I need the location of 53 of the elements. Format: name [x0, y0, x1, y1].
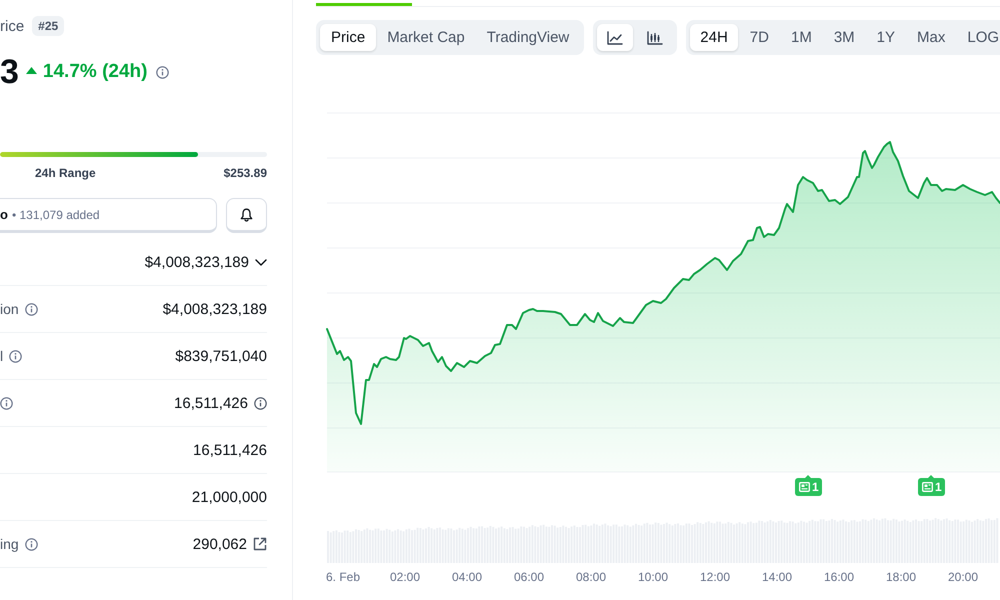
alert-button[interactable] — [226, 198, 267, 233]
stat-value: $839,751,040 — [175, 348, 267, 364]
stat-value: 290,062 — [192, 536, 247, 552]
x-axis-label: 06:00 — [514, 570, 544, 584]
x-axis-label: 04:00 — [452, 570, 482, 584]
line-chart-icon — [607, 30, 624, 44]
newspaper-icon — [922, 482, 933, 492]
info-icon[interactable] — [24, 302, 38, 316]
newspaper-icon — [799, 482, 810, 492]
stat-value: 16,511,426 — [193, 442, 267, 458]
portfolio-button[interactable]: o • 131,079 added — [0, 198, 217, 233]
stat-label: l — [0, 348, 4, 364]
price-value: 3 — [0, 52, 19, 92]
info-icon[interactable] — [24, 538, 38, 550]
period-tab[interactable]: 1Y — [866, 24, 906, 51]
external-link-icon[interactable] — [253, 537, 267, 551]
chevron-down-icon[interactable] — [255, 258, 267, 266]
range-label: 24h Range — [35, 165, 96, 181]
stat-value: $4,008,323,189 — [144, 254, 249, 270]
candlestick-chart-icon — [647, 30, 664, 44]
period-tab[interactable]: 24H — [690, 24, 738, 51]
x-axis-label: 16:00 — [824, 570, 854, 584]
period-tab[interactable]: 3M — [824, 24, 865, 51]
bell-icon — [240, 208, 253, 222]
stat-label: ion — [0, 301, 19, 317]
info-icon[interactable] — [156, 66, 170, 78]
period-tab[interactable]: Max — [907, 24, 956, 51]
x-axis-label: 6. Feb — [326, 570, 360, 584]
chart-tab[interactable]: Market Cap — [376, 24, 476, 51]
chart-tab[interactable]: TradingView — [476, 24, 580, 51]
price-change: 14.7% (24h) — [42, 61, 148, 83]
x-axis-label: 14:00 — [762, 570, 792, 584]
x-axis-label: 02:00 — [390, 570, 420, 584]
period-tab[interactable]: LOG — [957, 24, 1000, 51]
x-axis-label: 08:00 — [576, 570, 606, 584]
stat-value: 21,000,000 — [192, 488, 267, 506]
x-axis-label: 20:00 — [948, 570, 978, 584]
period-tab[interactable]: 1M — [780, 24, 822, 51]
period-tab[interactable]: 7D — [740, 24, 779, 51]
x-axis-label: 12:00 — [700, 570, 730, 584]
stat-value: $4,008,323,189 — [162, 300, 267, 318]
rank-badge: #25 — [32, 16, 64, 36]
info-icon[interactable] — [0, 396, 13, 410]
range-high-value: $253.89 — [224, 165, 267, 181]
info-icon[interactable] — [254, 396, 267, 410]
x-axis-label: 18:00 — [886, 570, 916, 584]
x-axis-label: 10:00 — [638, 570, 668, 584]
chart-tab[interactable]: Price — [320, 24, 376, 51]
stat-label: ing — [0, 536, 19, 552]
info-icon[interactable] — [9, 350, 22, 362]
line-chart-button[interactable] — [597, 24, 634, 51]
coin-title: rice — [0, 18, 24, 34]
stat-value: 16,511,426 — [174, 394, 248, 412]
